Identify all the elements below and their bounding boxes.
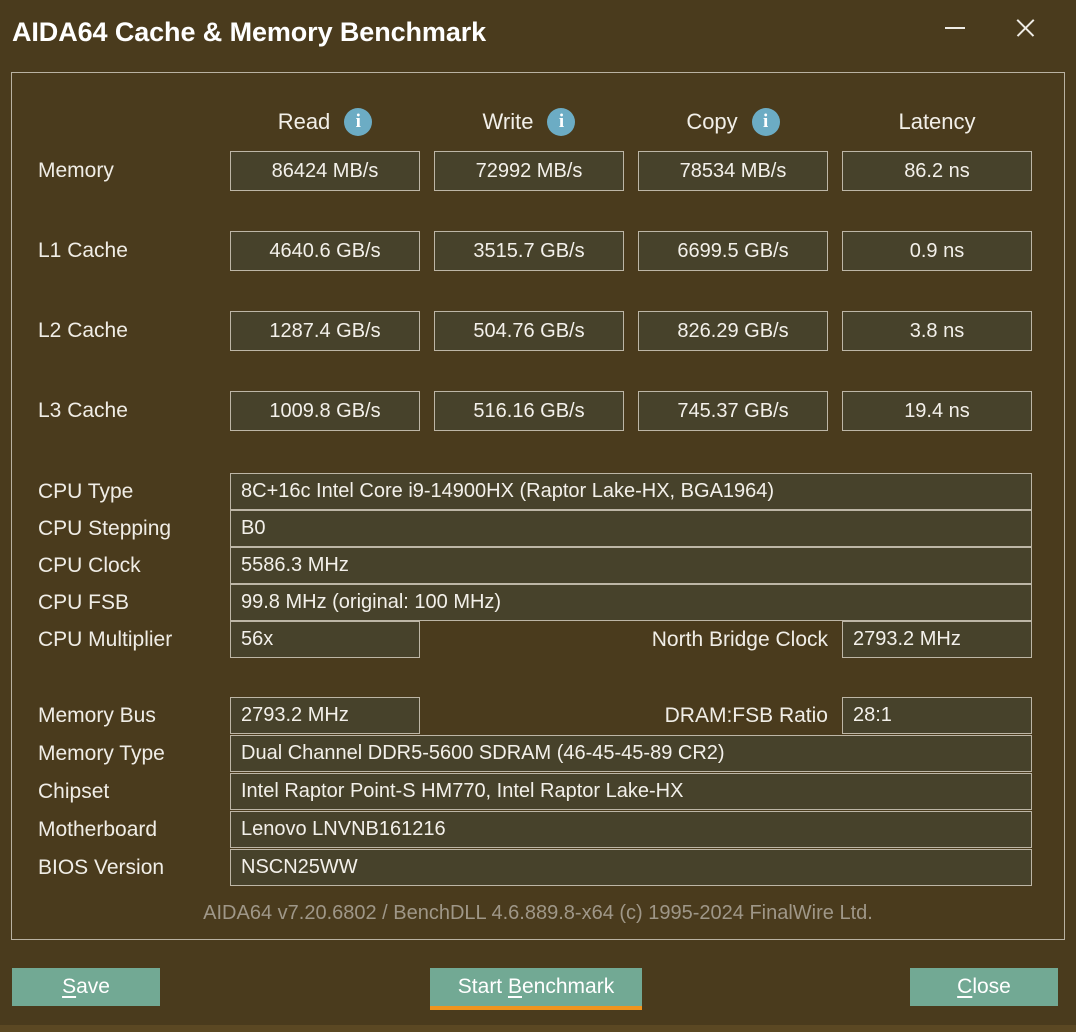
bench-row-label-l3: L3 Cache	[38, 399, 128, 422]
table-row: L2 Cache 1287.4 GB/s 504.76 GB/s 826.29 …	[12, 311, 1064, 351]
info-row-memory-type: Memory Type Dual Channel DDR5-5600 SDRAM…	[12, 735, 1064, 772]
bench-l3-copy: 745.37 GB/s	[638, 391, 828, 431]
table-row: L1 Cache 4640.6 GB/s 3515.7 GB/s 6699.5 …	[12, 231, 1064, 271]
bench-l2-read: 1287.4 GB/s	[230, 311, 420, 351]
info-row-chipset: Chipset Intel Raptor Point-S HM770, Inte…	[12, 773, 1064, 810]
label-memory-bus: Memory Bus	[38, 703, 156, 727]
column-label-write: Write	[482, 109, 534, 134]
bench-l2-copy: 826.29 GB/s	[638, 311, 828, 351]
label-cpu-stepping: CPU Stepping	[38, 516, 172, 540]
value-cpu-multiplier: 56x	[230, 621, 420, 658]
info-row-cpu-clock: CPU Clock 5586.3 MHz	[12, 547, 1064, 584]
value-bios-version: NSCN25WW	[230, 849, 1032, 886]
info-row-memory-bus: Memory Bus 2793.2 MHz DRAM:FSB Ratio 28:…	[12, 697, 1064, 734]
save-button-label: Save	[62, 975, 110, 998]
start-benchmark-button[interactable]: Start Benchmark	[430, 968, 642, 1010]
info-icon-copy[interactable]: i	[751, 108, 780, 136]
value-chipset: Intel Raptor Point-S HM770, Intel Raptor…	[230, 773, 1032, 810]
label-bios-version: BIOS Version	[38, 855, 165, 879]
bench-row-label-l2: L2 Cache	[38, 319, 128, 342]
column-header-read: Read i	[230, 99, 420, 145]
info-icon-read[interactable]: i	[344, 108, 373, 136]
window-title: AIDA64 Cache & Memory Benchmark	[12, 17, 487, 47]
column-header-write: Write i	[434, 99, 624, 145]
bench-row-label-memory: Memory	[38, 159, 114, 182]
bench-l2-write: 504.76 GB/s	[434, 311, 624, 351]
column-label-latency: Latency	[898, 109, 976, 134]
info-row-cpu-type: CPU Type 8C+16c Intel Core i9-14900HX (R…	[12, 473, 1064, 510]
label-motherboard: Motherboard	[38, 817, 158, 841]
value-memory-type: Dual Channel DDR5-5600 SDRAM (46-45-45-8…	[230, 735, 1032, 772]
bench-l3-read: 1009.8 GB/s	[230, 391, 420, 431]
value-memory-bus: 2793.2 MHz	[230, 697, 420, 734]
bench-l3-latency: 19.4 ns	[842, 391, 1032, 431]
title-bar: AIDA64 Cache & Memory Benchmark	[0, 0, 1076, 68]
minimize-button[interactable]	[932, 0, 978, 56]
info-row-cpu-fsb: CPU FSB 99.8 MHz (original: 100 MHz)	[12, 584, 1064, 621]
bench-row-label-l1: L1 Cache	[38, 239, 128, 262]
table-row: L3 Cache 1009.8 GB/s 516.16 GB/s 745.37 …	[12, 391, 1064, 431]
close-icon	[1014, 17, 1036, 39]
minimize-icon	[945, 27, 965, 29]
column-header-latency: Latency	[842, 99, 1032, 145]
value-cpu-stepping: B0	[230, 510, 1032, 547]
table-row: Memory 86424 MB/s 72992 MB/s 78534 MB/s …	[12, 151, 1064, 191]
label-north-bridge-clock: North Bridge Clock	[651, 627, 828, 651]
bench-l1-write: 3515.7 GB/s	[434, 231, 624, 271]
bench-l1-read: 4640.6 GB/s	[230, 231, 420, 271]
close-button[interactable]: Close	[910, 968, 1058, 1006]
info-row-motherboard: Motherboard Lenovo LNVNB161216	[12, 811, 1064, 848]
label-dram-fsb-ratio: DRAM:FSB Ratio	[664, 703, 828, 727]
value-cpu-clock: 5586.3 MHz	[230, 547, 1032, 584]
value-north-bridge-clock: 2793.2 MHz	[842, 621, 1032, 658]
main-panel: Read i Write i Copy i Latency Memory 864…	[11, 72, 1065, 940]
bench-l1-copy: 6699.5 GB/s	[638, 231, 828, 271]
bench-memory-copy: 78534 MB/s	[638, 151, 828, 191]
close-button-label: Close	[957, 975, 1011, 998]
bench-memory-read: 86424 MB/s	[230, 151, 420, 191]
bench-l3-write: 516.16 GB/s	[434, 391, 624, 431]
aida64-benchmark-window: AIDA64 Cache & Memory Benchmark Read i W…	[0, 0, 1076, 1032]
save-button[interactable]: Save	[12, 968, 160, 1006]
label-cpu-fsb: CPU FSB	[38, 590, 130, 614]
column-headers: Read i Write i Copy i Latency	[12, 99, 1064, 145]
label-chipset: Chipset	[38, 779, 110, 803]
value-dram-fsb-ratio: 28:1	[842, 697, 1032, 734]
info-icon-write[interactable]: i	[547, 108, 576, 136]
column-label-read: Read	[277, 109, 331, 134]
label-cpu-clock: CPU Clock	[38, 553, 141, 577]
bench-l1-latency: 0.9 ns	[842, 231, 1032, 271]
label-cpu-type: CPU Type	[38, 479, 134, 503]
column-header-copy: Copy i	[638, 99, 828, 145]
value-motherboard: Lenovo LNVNB161216	[230, 811, 1032, 848]
column-label-copy: Copy	[686, 109, 738, 134]
label-cpu-multiplier: CPU Multiplier	[38, 627, 173, 651]
info-row-cpu-stepping: CPU Stepping B0	[12, 510, 1064, 547]
bench-memory-latency: 86.2 ns	[842, 151, 1032, 191]
label-memory-type: Memory Type	[38, 741, 165, 765]
bench-memory-write: 72992 MB/s	[434, 151, 624, 191]
info-row-cpu-multiplier: CPU Multiplier 56x North Bridge Clock 27…	[12, 621, 1064, 658]
info-row-bios-version: BIOS Version NSCN25WW	[12, 849, 1064, 886]
version-info: AIDA64 v7.20.6802 / BenchDLL 4.6.889.8-x…	[203, 902, 873, 924]
value-cpu-type: 8C+16c Intel Core i9-14900HX (Raptor Lak…	[230, 473, 1032, 510]
bench-l2-latency: 3.8 ns	[842, 311, 1032, 351]
start-benchmark-button-label: Start Benchmark	[457, 975, 615, 998]
value-cpu-fsb: 99.8 MHz (original: 100 MHz)	[230, 584, 1032, 621]
close-window-button[interactable]	[1002, 0, 1048, 56]
